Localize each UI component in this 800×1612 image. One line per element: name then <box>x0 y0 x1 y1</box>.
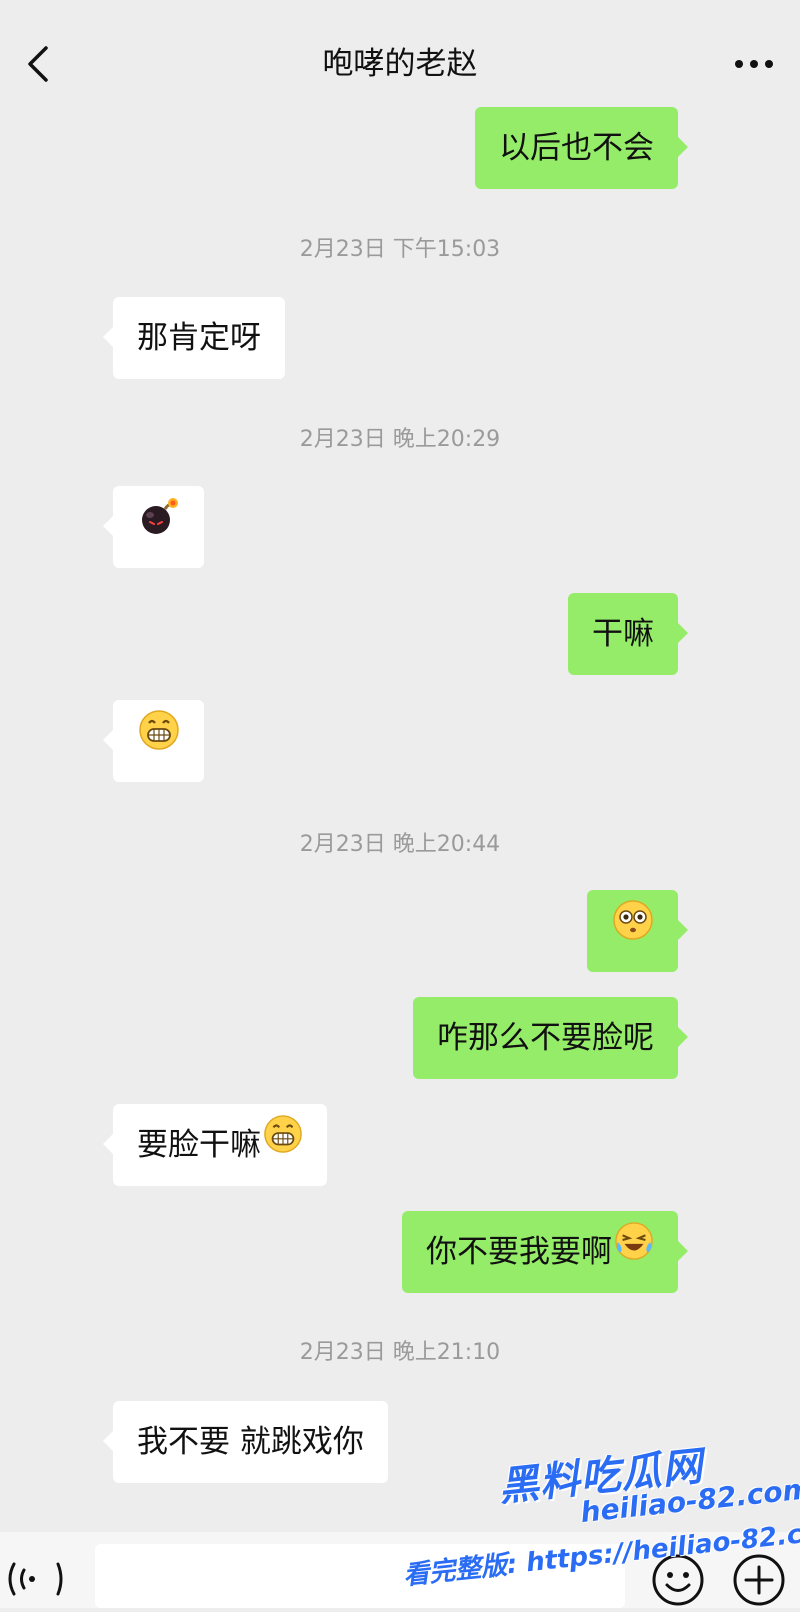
bomb-emoji-icon <box>138 486 180 568</box>
message-text: 那肯定呀 <box>137 320 261 356</box>
timestamp: 2月23日 下午15:03 <box>299 237 501 262</box>
voice-icon[interactable] <box>4 1554 66 1604</box>
flushed-emoji-icon <box>612 890 654 972</box>
message-outgoing[interactable] <box>587 890 688 972</box>
timestamp: 2月23日 晚上21:10 <box>299 1340 501 1365</box>
message-outgoing[interactable]: 以后也不会 <box>475 107 688 189</box>
grin-emoji-icon <box>138 700 180 782</box>
message-text: 干嘛 <box>592 616 654 652</box>
message-incoming[interactable]: 要脸干嘛 <box>103 1103 327 1186</box>
timestamp: 2月23日 晚上20:29 <box>299 427 501 452</box>
add-button-icon[interactable] <box>731 1552 787 1608</box>
message-incoming[interactable] <box>103 486 204 568</box>
message-text: 咋那么不要脸呢 <box>437 1020 654 1056</box>
message-incoming[interactable] <box>103 700 204 782</box>
message-incoming[interactable]: 那肯定呀 <box>103 297 285 379</box>
timestamp: 2月23日 晚上20:44 <box>299 832 501 857</box>
message-outgoing[interactable]: 你不要我要啊 <box>402 1210 688 1293</box>
message-text: 我不要 就跳戏你 <box>137 1424 364 1460</box>
message-text: 你不要我要啊 <box>426 1234 612 1270</box>
message-outgoing[interactable]: 干嘛 <box>568 593 688 675</box>
message-list[interactable]: 以后也不会 2月23日 下午15:03 那肯定呀 2月23日 晚上20:29 干… <box>0 0 800 1608</box>
message-text: 以后也不会 <box>499 130 654 166</box>
message-text: 要脸干嘛 <box>137 1127 261 1163</box>
message-outgoing[interactable]: 咋那么不要脸呢 <box>413 997 688 1079</box>
laugh-cry-emoji-icon <box>614 1210 654 1292</box>
grin-emoji-icon <box>263 1103 303 1185</box>
message-incoming[interactable]: 我不要 就跳戏你 <box>103 1401 388 1483</box>
